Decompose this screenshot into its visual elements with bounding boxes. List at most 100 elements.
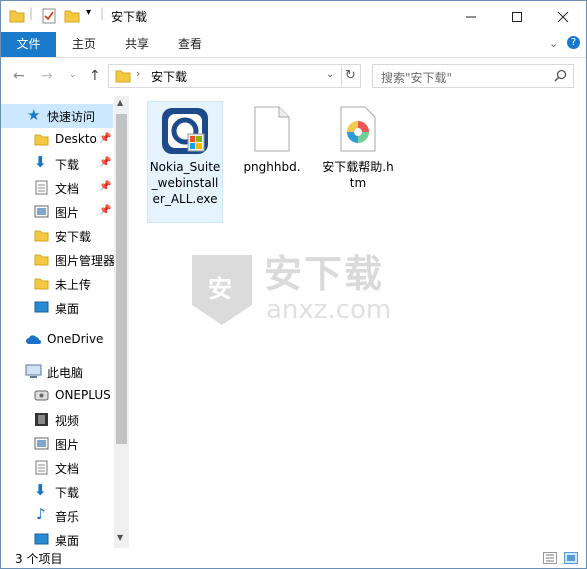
tab-share[interactable]: 共享 [114,32,160,57]
maximize-button[interactable] [494,1,540,32]
refresh-icon: ↻ [345,68,356,83]
nokia-installer-icon [162,108,208,154]
file-list: Nokia_Suite_webinstaller_ALL.exe pnghhbd… [131,96,586,548]
folder-icon [34,278,49,290]
help-icon[interactable]: ? [567,36,580,49]
sidebar-item-desktop-2[interactable]: 桌面 [1,296,113,320]
item-count: 3 个项目 [15,552,63,566]
sidebar-item-documents[interactable]: 文档 📌 [1,176,113,200]
file-name: 安下载帮助.htm [322,160,394,190]
tab-home[interactable]: 主页 [61,32,107,57]
maximize-icon [512,11,522,22]
desktop-icon [34,301,49,313]
watermark-brand: 安下载 [264,252,385,296]
up-icon[interactable]: ↑ [89,68,101,84]
navigation-bar: ← → ⌄ ↑ › 安下载 ⌄ ↻ 搜索"安下载" [1,58,586,94]
music-icon: ♪ [36,505,46,523]
close-button[interactable] [540,1,586,32]
sidebar-item-desktop[interactable]: Deskto 📌 [1,128,113,152]
download-icon: ⬇ [34,153,47,171]
separator: | [29,6,34,20]
search-icon [554,69,567,82]
address-dropdown-icon[interactable]: ⌄ [326,69,334,80]
explorer-window: | ▾ | 安下载 文件 主页 共享 查看 ⌄ ? ← → ⌄ ↑ › 安下载 … [0,0,587,569]
desktop-icon [34,533,49,545]
file-item-help-htm[interactable]: 安下载帮助.htm [321,102,395,191]
tab-file[interactable]: 文件 [1,32,56,57]
document-icon [35,460,48,475]
sidebar-item-quick-access[interactable]: ★ 快速访问 [1,104,113,128]
folder-icon [34,254,49,266]
file-name: Nokia_Suite_webinstaller_ALL.exe [149,160,221,206]
watermark-domain: anxz.com [266,295,392,325]
forward-icon[interactable]: → [41,68,53,84]
close-icon [557,11,569,22]
minimize-icon [466,16,476,17]
picture-icon [34,437,49,450]
tab-view[interactable]: 查看 [167,32,213,57]
pin-icon[interactable]: 📌 [99,133,111,144]
separator: | [100,6,105,20]
minimize-button[interactable] [448,1,494,32]
sidebar-item-downloads[interactable]: ⬇ 下载 📌 [1,152,113,176]
ribbon-tabs: 文件 主页 共享 查看 ⌄ ? [1,32,586,58]
sidebar-item-documents-2[interactable]: 文档 [1,456,113,480]
picture-icon [34,205,49,218]
sidebar-item-onedrive[interactable]: OneDrive [1,328,113,352]
sidebar-item-pictures[interactable]: 图片 📌 [1,200,113,224]
sidebar-item-anxz[interactable]: 安下载 [1,224,113,248]
refresh-button[interactable]: ↻ [341,64,361,88]
folder-icon [34,134,49,146]
document-icon [35,180,48,195]
status-bar: 3 个项目 [1,548,586,568]
title-bar: | ▾ | 安下载 [1,1,586,32]
sidebar-item-videos[interactable]: 视频 [1,408,113,432]
cloud-icon [26,335,41,344]
folder-icon [115,70,131,83]
star-icon: ★ [27,106,41,124]
file-item-pnghhbd[interactable]: pnghhbd. [235,102,309,175]
sidebar-item-pictures-2[interactable]: 图片 [1,432,113,456]
new-folder-icon[interactable] [64,8,80,24]
search-box[interactable]: 搜索"安下载" [372,64,574,88]
blank-file-icon [254,106,290,152]
video-icon [35,413,48,426]
properties-icon[interactable] [41,8,57,24]
window-title: 安下载 [111,10,148,24]
phone-icon [34,390,49,401]
pin-icon[interactable]: 📌 [99,181,111,192]
search-placeholder: 搜索"安下载" [381,71,453,85]
address-bar[interactable]: › 安下载 ⌄ [108,64,342,88]
sidebar-scrollbar[interactable]: ▲ ▼ [114,96,129,548]
sidebar-item-desktop-3[interactable]: 桌面 [1,528,113,548]
sidebar-item-not-uploaded[interactable]: 未上传 [1,272,113,296]
pin-icon[interactable]: 📌 [99,157,111,168]
folder-icon [34,230,49,242]
breadcrumb-current[interactable]: 安下载 [151,68,187,85]
breadcrumb-chevron-icon: › [136,67,141,80]
scrollbar-thumb[interactable] [116,114,127,444]
ribbon-expand-icon[interactable]: ⌄ [549,37,558,50]
watermark: 安 安下载 anxz.com [186,243,426,333]
sidebar-item-oneplus[interactable]: ONEPLUS [1,384,113,408]
details-view-icon[interactable] [543,552,557,564]
scroll-up-icon[interactable]: ▲ [117,98,123,107]
file-item-nokia-suite[interactable]: Nokia_Suite_webinstaller_ALL.exe [147,101,223,223]
pin-icon[interactable]: 📌 [99,205,111,216]
back-icon[interactable]: ← [13,68,25,84]
large-icons-view-icon[interactable] [564,552,578,564]
recent-locations-icon[interactable]: ⌄ [69,70,77,80]
sidebar-item-downloads-2[interactable]: ⬇ 下载 [1,480,113,504]
sidebar-item-this-pc[interactable]: 此电脑 [1,360,113,384]
navigation-pane: ★ 快速访问 Deskto 📌 ⬇ 下载 📌 文档 📌 图片 📌 安下载 图片管… [1,96,129,548]
scroll-down-icon[interactable]: ▼ [117,533,123,542]
sidebar-item-music[interactable]: ♪ 音乐 [1,504,113,528]
computer-icon [25,364,42,378]
folder-icon [9,10,25,23]
download-icon: ⬇ [34,481,47,499]
sidebar-item-picture-manager[interactable]: 图片管理器 [1,248,115,272]
chevron-down-icon[interactable]: ▾ [86,7,91,23]
html-file-icon [340,106,376,152]
file-name: pnghhbd. [243,160,301,174]
watermark-badge: 安 [208,275,232,303]
